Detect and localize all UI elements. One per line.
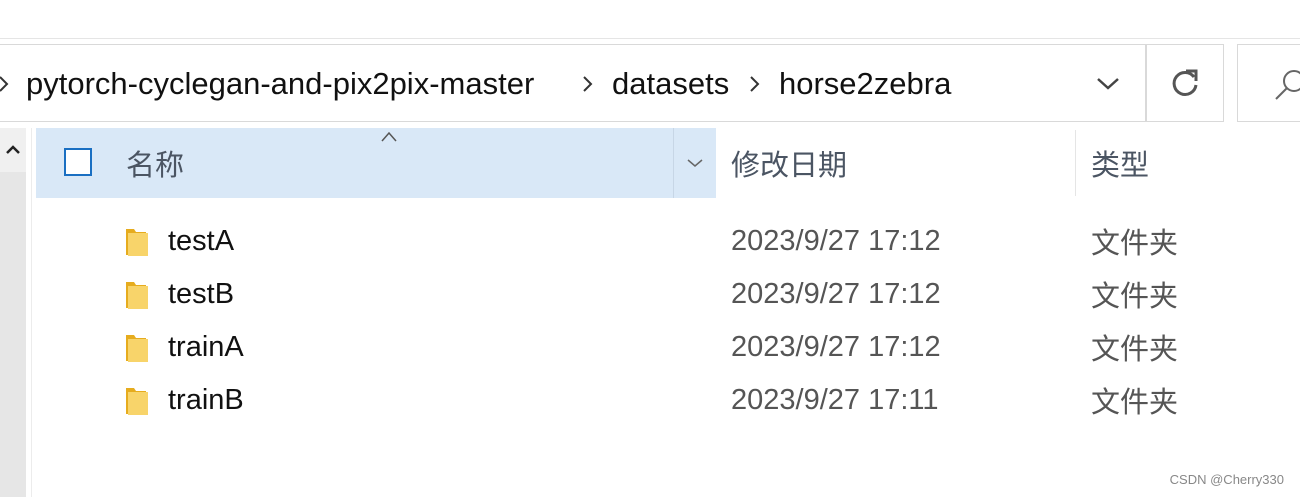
- breadcrumb-chevron-icon[interactable]: [0, 45, 14, 123]
- column-header-name-label[interactable]: 名称: [126, 128, 184, 198]
- chevron-down-icon: [1097, 78, 1119, 90]
- pane-divider[interactable]: [31, 128, 32, 497]
- breadcrumb-item-horse2zebra[interactable]: horse2zebra: [779, 45, 951, 123]
- column-header-modified[interactable]: 修改日期: [731, 128, 847, 198]
- folder-icon: [126, 229, 148, 256]
- breadcrumb-chevron-icon[interactable]: [578, 45, 598, 123]
- file-type: 文件夹: [1091, 281, 1179, 313]
- file-row-testA[interactable]: testA 2023/9/27 17:12 文件夹: [36, 215, 1300, 267]
- address-bar[interactable]: pytorch-cyclegan-and-pix2pix-master data…: [0, 44, 1146, 122]
- column-filter-button[interactable]: [673, 128, 716, 198]
- folder-icon: [126, 282, 148, 309]
- breadcrumb-chevron-icon[interactable]: [745, 45, 765, 123]
- file-name[interactable]: testA: [168, 215, 234, 267]
- search-icon: [1275, 70, 1300, 100]
- refresh-icon: [1172, 69, 1198, 96]
- file-row-trainA[interactable]: trainA 2023/9/27 17:12 文件夹: [36, 321, 1300, 373]
- file-name[interactable]: trainB: [168, 374, 244, 426]
- folder-icon: [126, 335, 148, 362]
- file-modified: 2023/9/27 17:12: [731, 277, 941, 310]
- chevron-up-icon: [6, 145, 20, 154]
- search-box[interactable]: [1237, 44, 1300, 122]
- file-type: 文件夹: [1091, 228, 1179, 260]
- breadcrumb-item-project[interactable]: pytorch-cyclegan-and-pix2pix-master: [26, 45, 534, 123]
- file-row-testB[interactable]: testB 2023/9/27 17:12 文件夹: [36, 268, 1300, 320]
- file-type: 文件夹: [1091, 334, 1179, 366]
- column-header-type[interactable]: 类型: [1091, 128, 1149, 198]
- refresh-button[interactable]: [1146, 44, 1224, 122]
- file-name[interactable]: trainA: [168, 321, 244, 373]
- sort-ascending-icon: [381, 131, 397, 142]
- folder-icon: [126, 388, 148, 415]
- file-modified: 2023/9/27 17:12: [731, 224, 941, 257]
- nav-pane-scrollbar[interactable]: [0, 128, 26, 497]
- watermark: CSDN @Cherry330: [1169, 472, 1284, 487]
- column-separator[interactable]: [1075, 130, 1076, 196]
- select-all-checkbox[interactable]: [64, 148, 92, 176]
- file-name[interactable]: testB: [168, 268, 234, 320]
- address-history-button[interactable]: [1080, 45, 1136, 123]
- chevron-down-icon: [687, 159, 703, 167]
- file-modified: 2023/9/27 17:11: [731, 383, 939, 416]
- scroll-up-button[interactable]: [0, 128, 26, 172]
- breadcrumb-item-datasets[interactable]: datasets: [612, 45, 729, 123]
- title-bar: [0, 0, 1300, 39]
- file-modified: 2023/9/27 17:12: [731, 330, 941, 363]
- file-type: 文件夹: [1091, 387, 1179, 419]
- file-row-trainB[interactable]: trainB 2023/9/27 17:11 文件夹: [36, 374, 1300, 426]
